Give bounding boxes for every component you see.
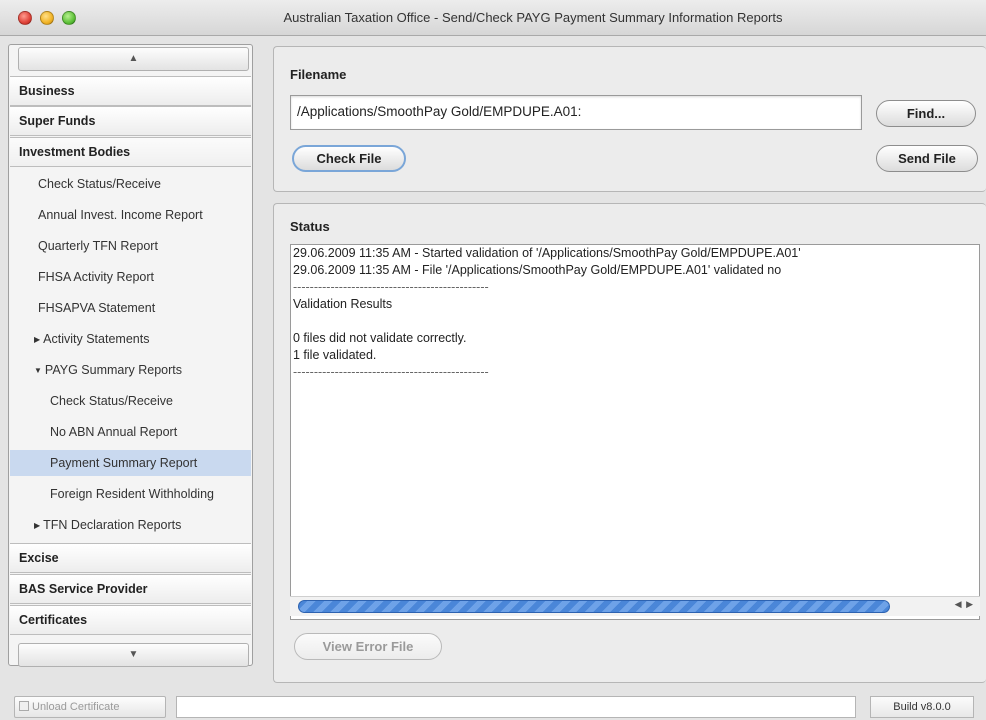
chevron-down-icon: ▼: [128, 649, 139, 660]
title-bar: Australian Taxation Office - Send/Check …: [0, 0, 986, 36]
sidebar-item-label: TFN Declaration Reports: [43, 518, 182, 532]
sidebar-section-business[interactable]: Business: [10, 76, 251, 106]
unload-certificate-label: Unload Certificate: [32, 701, 120, 713]
status-horizontal-scrollbar[interactable]: ◀ ▶: [290, 596, 980, 616]
minimize-window-button[interactable]: [40, 11, 54, 25]
filename-field[interactable]: /Applications/SmoothPay Gold/EMPDUPE.A01…: [290, 95, 862, 130]
disclosure-triangle-icon[interactable]: ▶: [34, 513, 40, 539]
sidebar-section-bas-service-provider[interactable]: BAS Service Provider: [10, 574, 251, 604]
sidebar-item-label: PAYG Summary Reports: [44, 363, 182, 377]
sidebar-item-quarterly-tfn-report[interactable]: Quarterly TFN Report: [10, 233, 251, 259]
sidebar-item-payg-summary-reports[interactable]: ▼ PAYG Summary Reports: [10, 357, 251, 383]
sidebar-item-payment-summary-report[interactable]: Payment Summary Report: [10, 450, 251, 476]
sidebar-item-payg-check-status-receive[interactable]: Check Status/Receive: [10, 388, 251, 414]
sidebar-item-fhsapva-statement[interactable]: FHSAPVA Statement: [10, 295, 251, 321]
sidebar-section-super-funds[interactable]: Super Funds: [10, 106, 251, 136]
status-label: Status: [290, 219, 330, 234]
sidebar-item-tfn-declaration-reports[interactable]: ▶ TFN Declaration Reports: [10, 512, 251, 538]
check-file-button[interactable]: Check File: [292, 145, 406, 172]
disclosure-triangle-icon[interactable]: ▶: [34, 327, 40, 353]
status-log-line: 1 file validated.: [293, 348, 377, 362]
status-log[interactable]: 29.06.2009 11:35 AM - Started validation…: [290, 244, 980, 620]
sidebar-item-check-status-receive[interactable]: Check Status/Receive: [10, 171, 251, 197]
sidebar-scroll-down-button[interactable]: ▼: [18, 643, 249, 667]
view-error-file-button[interactable]: View Error File: [294, 633, 442, 660]
sidebar-scroll-up-button[interactable]: ▲: [18, 47, 249, 71]
status-log-line: 29.06.2009 11:35 AM - Started validation…: [293, 246, 801, 260]
scrollbar-thumb[interactable]: [298, 600, 890, 613]
status-log-line: ----------------------------------------…: [293, 280, 489, 294]
certificate-icon: [19, 701, 29, 711]
sidebar-section-investment-bodies[interactable]: Investment Bodies: [10, 137, 251, 167]
status-log-line: Validation Results: [293, 297, 393, 311]
sidebar-section-certificates[interactable]: Certificates: [10, 605, 251, 635]
disclosure-triangle-icon[interactable]: ▼: [34, 358, 42, 384]
sidebar-section-excise[interactable]: Excise: [10, 543, 251, 573]
sidebar: ▲ Business Super Funds Investment Bodies…: [8, 44, 253, 667]
sidebar-item-annual-invest-income-report[interactable]: Annual Invest. Income Report: [10, 202, 251, 228]
sidebar-item-activity-statements[interactable]: ▶ Activity Statements: [10, 326, 251, 352]
sidebar-item-fhsa-activity-report[interactable]: FHSA Activity Report: [10, 264, 251, 290]
status-log-line: [291, 313, 979, 330]
status-log-line: 29.06.2009 11:35 AM - File '/Application…: [293, 263, 782, 277]
send-file-button[interactable]: Send File: [876, 145, 978, 172]
sidebar-item-label: Activity Statements: [43, 332, 150, 346]
find-button[interactable]: Find...: [876, 100, 976, 127]
file-panel: Filename /Applications/SmoothPay Gold/EM…: [273, 46, 986, 192]
status-log-line: ----------------------------------------…: [293, 365, 489, 379]
sidebar-item-foreign-resident-withholding[interactable]: Foreign Resident Withholding: [10, 481, 251, 507]
status-message-field: [176, 696, 856, 718]
chevron-up-icon: ▲: [128, 53, 139, 64]
window-title: Australian Taxation Office - Send/Check …: [283, 10, 783, 25]
build-version-label: Build v8.0.0: [870, 696, 974, 718]
unload-certificate-button[interactable]: Unload Certificate: [14, 696, 166, 718]
filename-label: Filename: [290, 67, 347, 82]
zoom-window-button[interactable]: [62, 11, 76, 25]
sidebar-item-no-abn-annual-report[interactable]: No ABN Annual Report: [10, 419, 251, 445]
status-panel: Status 29.06.2009 11:35 AM - Started val…: [273, 203, 986, 683]
close-window-button[interactable]: [18, 11, 32, 25]
status-log-line: 0 files did not validate correctly.: [293, 331, 467, 345]
scroll-arrows-icon[interactable]: ◀ ▶: [955, 599, 974, 610]
